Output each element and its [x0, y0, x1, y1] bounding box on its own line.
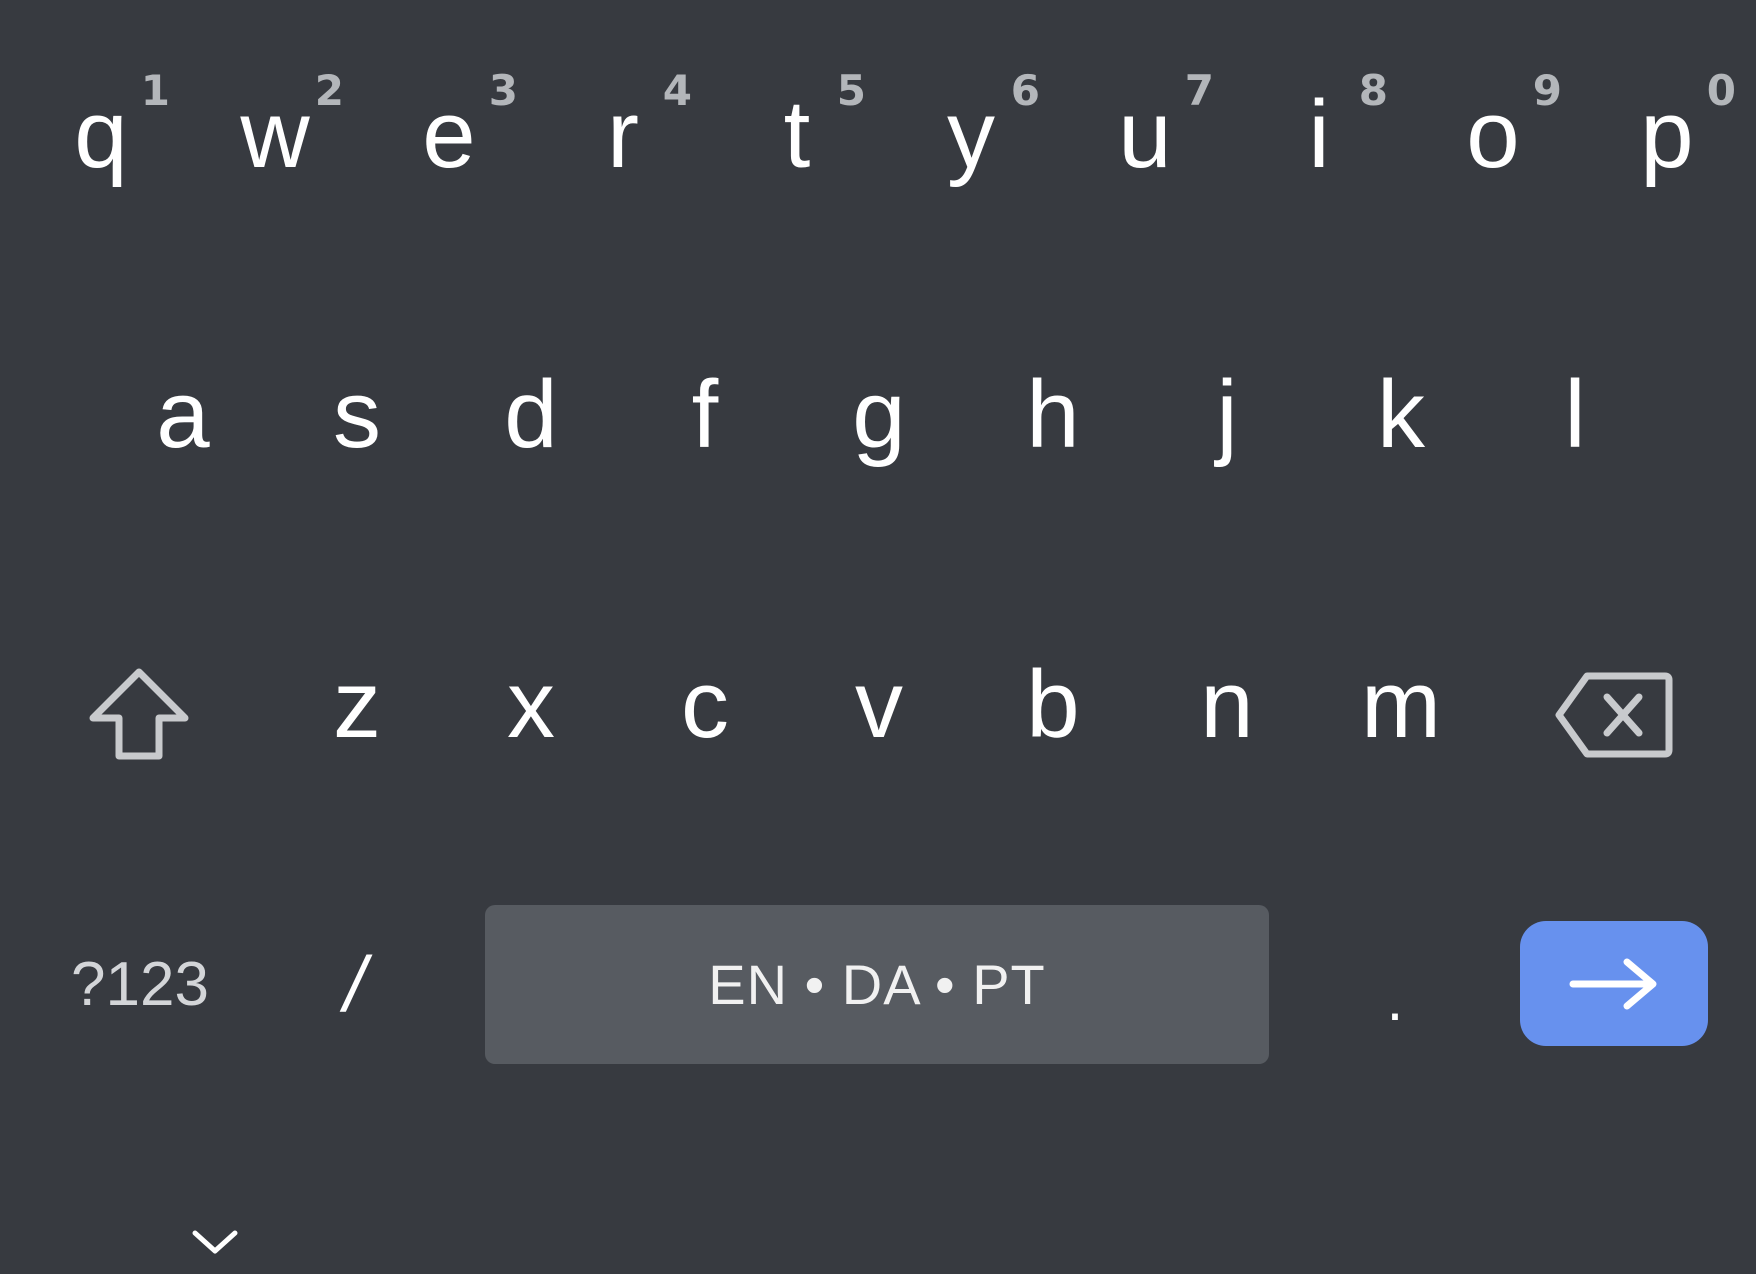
- key-c[interactable]: c: [618, 630, 792, 780]
- key-g[interactable]: g: [792, 340, 966, 490]
- key-label: l: [1564, 361, 1586, 468]
- key-hint: 2: [314, 66, 344, 115]
- key-label: u: [1118, 81, 1172, 188]
- period-key[interactable]: .: [1320, 905, 1470, 1064]
- slash-key[interactable]: /: [270, 905, 440, 1064]
- key-hint: 5: [836, 66, 866, 115]
- backspace-icon: [1555, 672, 1673, 758]
- key-label: s: [333, 361, 381, 468]
- key-hint: 7: [1184, 66, 1214, 115]
- arrow-right-icon: [1569, 958, 1657, 1009]
- chevron-down-icon: [192, 1230, 238, 1254]
- key-hint: 0: [1706, 66, 1736, 115]
- key-label: o: [1466, 81, 1520, 188]
- key-i[interactable]: 8 i: [1232, 50, 1406, 200]
- key-u[interactable]: 7 u: [1058, 50, 1232, 200]
- key-label: a: [156, 361, 210, 468]
- key-hint: 6: [1010, 66, 1040, 115]
- key-label: m: [1361, 651, 1441, 758]
- key-l[interactable]: l: [1488, 340, 1662, 490]
- key-o[interactable]: 9 o: [1406, 50, 1580, 200]
- key-label: i: [1308, 81, 1330, 188]
- key-label: e: [422, 81, 476, 188]
- key-label: v: [855, 651, 903, 758]
- space-bar-label: EN • DA • PT: [708, 953, 1046, 1016]
- key-n[interactable]: n: [1140, 630, 1314, 780]
- key-label: d: [504, 361, 558, 468]
- key-p[interactable]: 0 p: [1580, 50, 1754, 200]
- key-a[interactable]: a: [96, 340, 270, 490]
- key-label: q: [74, 81, 128, 188]
- key-label: x: [507, 651, 555, 758]
- key-x[interactable]: x: [444, 630, 618, 780]
- key-v[interactable]: v: [792, 630, 966, 780]
- key-hint: 1: [140, 66, 170, 115]
- shift-key[interactable]: [54, 640, 224, 790]
- key-label: g: [852, 361, 906, 468]
- key-f[interactable]: f: [618, 340, 792, 490]
- key-label: w: [240, 81, 310, 188]
- collapse-keyboard-button[interactable]: [165, 1210, 265, 1274]
- backspace-key[interactable]: [1530, 640, 1700, 790]
- key-hint: 9: [1532, 66, 1562, 115]
- key-label: p: [1640, 81, 1694, 188]
- key-k[interactable]: k: [1314, 340, 1488, 490]
- key-h[interactable]: h: [966, 340, 1140, 490]
- key-label: n: [1200, 651, 1254, 758]
- key-hint: 4: [662, 66, 692, 115]
- key-label: y: [947, 81, 995, 188]
- key-label: f: [691, 361, 719, 468]
- key-label: j: [1216, 361, 1238, 468]
- key-w[interactable]: 2 w: [188, 50, 362, 200]
- key-r[interactable]: 4 r: [536, 50, 710, 200]
- key-label: h: [1026, 361, 1080, 468]
- key-t[interactable]: 5 t: [710, 50, 884, 200]
- key-hint: 3: [488, 66, 518, 115]
- enter-key[interactable]: [1520, 921, 1708, 1046]
- key-label: z: [333, 651, 381, 758]
- key-label: r: [607, 81, 639, 188]
- key-b[interactable]: b: [966, 630, 1140, 780]
- key-q[interactable]: 1 q: [14, 50, 188, 200]
- key-hint: 8: [1358, 66, 1388, 115]
- shift-icon: [89, 668, 189, 760]
- key-y[interactable]: 6 y: [884, 50, 1058, 200]
- keyboard: 1 q 2 w 3 e 4 r 5 t 6 y 7 u 8 i 9 o 0 p …: [0, 0, 1756, 1274]
- key-label: t: [783, 81, 811, 188]
- key-z[interactable]: z: [270, 630, 444, 780]
- key-e[interactable]: 3 e: [362, 50, 536, 200]
- symbols-key[interactable]: ?123: [40, 905, 240, 1064]
- key-label: c: [681, 651, 729, 758]
- key-label: k: [1377, 361, 1425, 468]
- space-bar[interactable]: EN • DA • PT: [485, 905, 1269, 1064]
- key-d[interactable]: d: [444, 340, 618, 490]
- key-j[interactable]: j: [1140, 340, 1314, 490]
- key-s[interactable]: s: [270, 340, 444, 490]
- key-m[interactable]: m: [1314, 630, 1488, 780]
- key-label: b: [1026, 651, 1080, 758]
